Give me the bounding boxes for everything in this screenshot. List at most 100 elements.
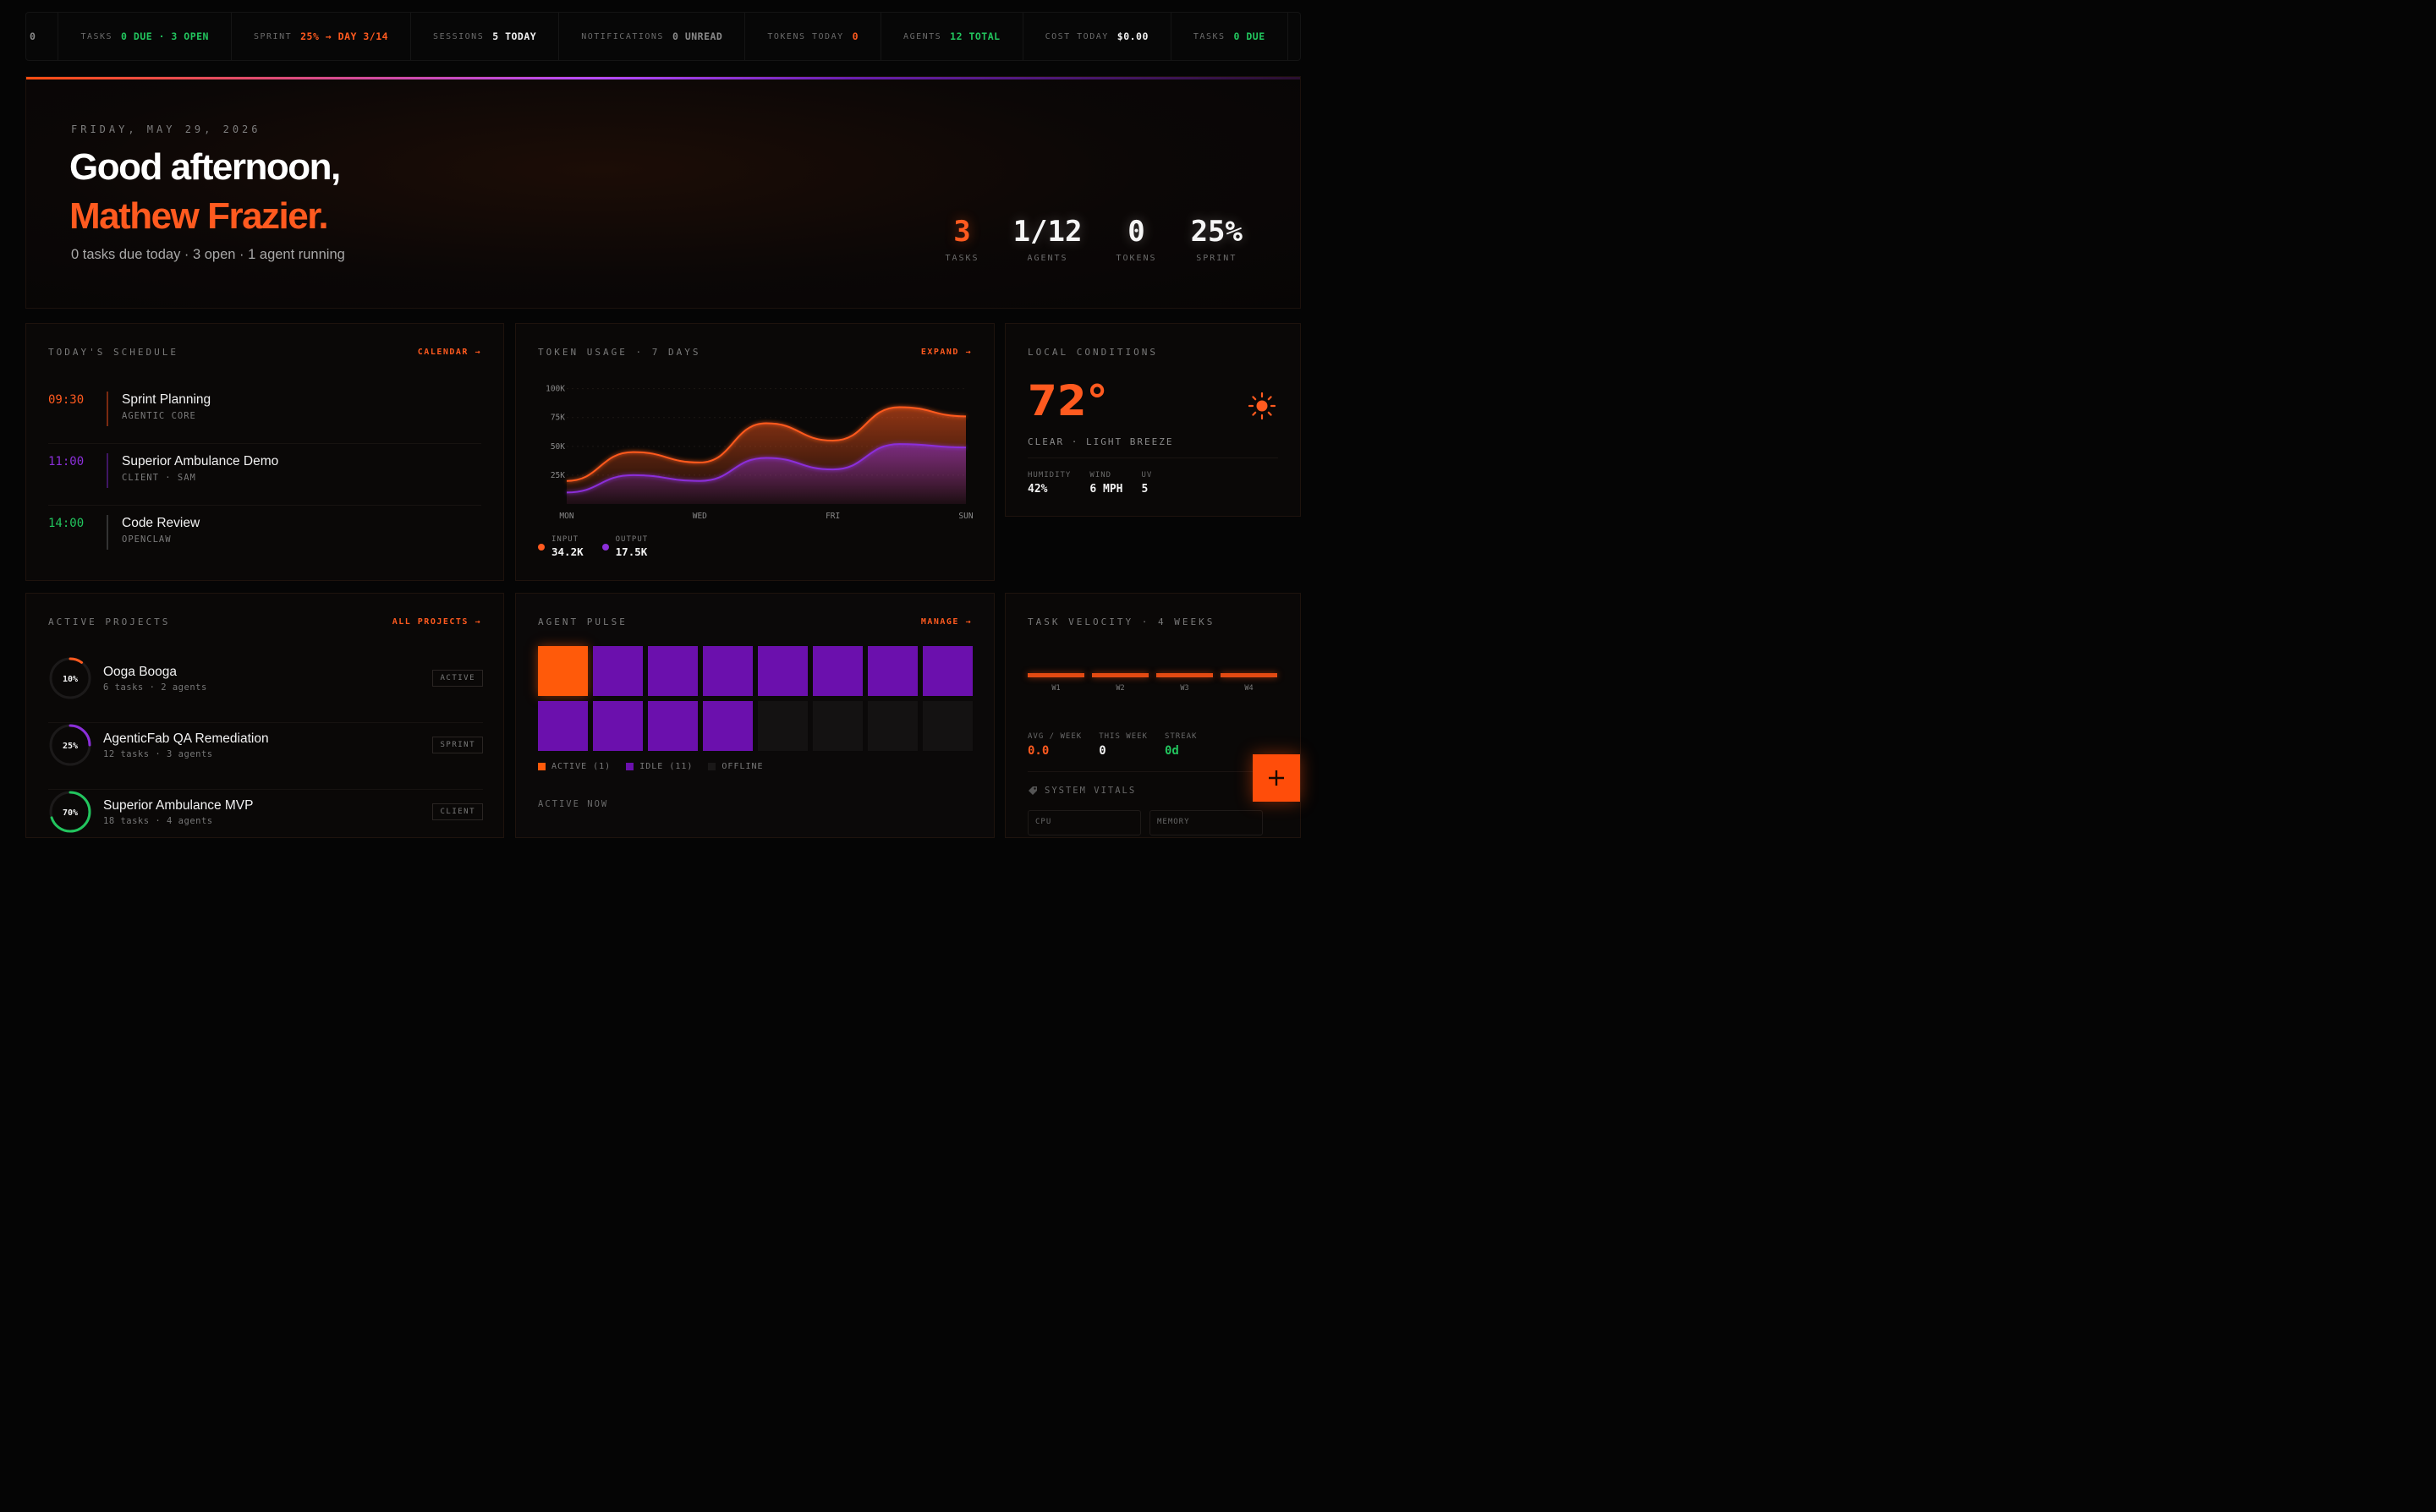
ticker-value: 25% → DAY 3/14 — [300, 30, 389, 42]
stat-label: TASKS — [945, 254, 979, 263]
schedule-item[interactable]: 11:00 Superior Ambulance Demo CLIENT · S… — [48, 452, 481, 506]
agent-cell-idle[interactable] — [703, 646, 753, 696]
ticker-tokens[interactable]: TOKENS TODAY 0 — [745, 13, 882, 60]
ticker-sessions[interactable]: SESSIONS 5 TODAY — [411, 13, 560, 60]
x-tick-label: WED — [693, 512, 707, 521]
agent-cell-off[interactable] — [813, 701, 863, 751]
ticker-sprint[interactable]: SPRINT 25% → DAY 3/14 — [232, 13, 412, 60]
schedule-item[interactable]: 09:30 Sprint Planning AGENTIC CORE — [48, 390, 481, 444]
ticker-value: 0 — [852, 30, 859, 42]
y-tick-label: 50K — [551, 442, 565, 452]
week-label: W1 — [1051, 684, 1061, 693]
schedule-time: 14:00 — [48, 517, 85, 530]
calendar-link[interactable]: CALENDAR → — [418, 348, 481, 357]
legend-dot — [538, 544, 545, 551]
weather-stat-value: 6 MPH — [1089, 483, 1123, 496]
velocity-bar — [1221, 673, 1277, 677]
all-projects-link[interactable]: ALL PROJECTS → — [392, 617, 481, 627]
ticker-value: 5 TODAY — [492, 30, 537, 42]
card-title: TODAY'S SCHEDULE — [48, 347, 178, 358]
schedule-subtitle: OPENCLAW — [122, 534, 172, 545]
projects-card: ACTIVE PROJECTS ALL PROJECTS → 10% Ooga … — [25, 593, 504, 838]
legend-output: OUTPUT 17.5K — [601, 535, 649, 558]
stat-label: TOKENS — [1116, 254, 1157, 263]
project-row[interactable]: 25% AgenticFab QA Remediation 12 tasks ·… — [48, 723, 483, 790]
expand-link[interactable]: EXPAND → — [921, 348, 972, 357]
schedule-title: Sprint Planning — [122, 392, 211, 407]
stat-value: 3 — [953, 215, 971, 249]
agent-cell-idle[interactable] — [593, 646, 643, 696]
agent-cell-off[interactable] — [758, 701, 808, 751]
agent-cell-idle[interactable] — [758, 646, 808, 696]
weather-wind: WIND 6 MPH — [1089, 471, 1122, 496]
agent-cell-idle[interactable] — [868, 646, 918, 696]
agent-cell-idle[interactable] — [648, 701, 698, 751]
stat-tokens[interactable]: 0 TOKENS — [1099, 215, 1173, 263]
ticker-notifications[interactable]: NOTIFICATIONS 0 UNREAD — [559, 13, 746, 60]
agent-cell-idle[interactable] — [593, 701, 643, 751]
schedule-item[interactable]: 14:00 Code Review OPENCLAW — [48, 513, 481, 567]
legend-name: OUTPUT — [615, 535, 649, 544]
status-badge: ACTIVE — [432, 670, 483, 687]
progress-percent: 10% — [63, 675, 78, 684]
card-title: AGENT PULSE — [538, 616, 628, 627]
weather-stat-value: 5 — [1141, 483, 1149, 496]
project-row[interactable]: 70% Superior Ambulance MVP 18 tasks · 4 … — [48, 790, 483, 837]
ticker-label: TOKENS TODAY — [767, 31, 844, 41]
agent-cell-off[interactable] — [923, 701, 973, 751]
plus-icon — [1269, 770, 1284, 786]
schedule-title: Code Review — [122, 516, 200, 530]
schedule-card: TODAY'S SCHEDULE CALENDAR → 09:30 Sprint… — [25, 323, 504, 581]
progress-ring: 70% — [49, 791, 91, 833]
stat-label: SPRINT — [1196, 254, 1237, 263]
agent-cell-idle[interactable] — [648, 646, 698, 696]
ticker-label: NOTIFICATIONS — [581, 31, 664, 41]
chart-areas — [567, 407, 966, 504]
stat-sprint[interactable]: 25% SPRINT — [1174, 215, 1259, 263]
velocity-bars: W1 W2 W3 W4 — [1028, 673, 1277, 693]
sun-icon — [1248, 392, 1276, 420]
week-label: W4 — [1244, 684, 1254, 693]
velocity-stat-value: 0.0 — [1028, 744, 1050, 758]
weather-stat-label: WIND — [1089, 471, 1112, 479]
stat-value: 0 — [1127, 215, 1145, 249]
agent-cell-active[interactable] — [538, 646, 588, 696]
schedule-marker — [107, 392, 108, 426]
velocity-bar — [1156, 673, 1213, 677]
project-meta: 18 tasks · 4 agents — [103, 816, 213, 826]
velocity-bar — [1028, 673, 1084, 677]
tag-icon — [1029, 786, 1037, 795]
ticker-tasks-repeat[interactable]: TASKS 0 DUE — [1171, 13, 1288, 60]
stat-label: AGENTS — [1027, 254, 1068, 263]
legend-active: ACTIVE (1) — [538, 762, 611, 771]
ticker-tasks[interactable]: TASKS 0 DUE · 3 OPEN — [58, 13, 232, 60]
legend-swatch — [708, 763, 716, 770]
stat-value: 25% — [1190, 215, 1243, 249]
schedule-marker — [107, 453, 108, 488]
agent-pulse-card: AGENT PULSE MANAGE → ACTIVE (1) IDLE (11… — [515, 593, 995, 838]
velocity-streak: STREAK 0d — [1165, 732, 1198, 758]
project-row[interactable]: 10% Ooga Booga 6 tasks · 2 agents ACTIVE — [48, 656, 483, 723]
stat-tasks[interactable]: 3 TASKS — [928, 215, 996, 263]
ticker-cost[interactable]: COST TODAY $0.00 — [1023, 13, 1171, 60]
agent-cell-idle[interactable] — [813, 646, 863, 696]
ticker-label: AGENTS — [903, 31, 942, 41]
agent-cell-idle[interactable] — [703, 701, 753, 751]
agent-cell-idle[interactable] — [923, 646, 973, 696]
ticker-value: 0 DUE · 3 OPEN — [121, 30, 209, 42]
hero-date: FRIDAY, MAY 29, 2026 — [71, 123, 261, 135]
velocity-stat-value: 0 — [1099, 744, 1106, 758]
weather-stat-value: 42% — [1028, 483, 1048, 496]
weather-card: LOCAL CONDITIONS 72° CLEAR · LIGHT BREEZ… — [1005, 323, 1301, 517]
stat-agents[interactable]: 1/12 AGENTS — [996, 215, 1100, 263]
vital-memory: MEMORY — [1149, 810, 1263, 835]
manage-link[interactable]: MANAGE → — [921, 617, 972, 627]
agent-cell-idle[interactable] — [538, 701, 588, 751]
hero-greeting: Good afternoon, — [69, 146, 341, 188]
agent-cell-off[interactable] — [868, 701, 918, 751]
ticker-agents[interactable]: AGENTS 12 TOTAL — [881, 13, 1023, 60]
weather-humidity: HUMIDITY 42% — [1028, 471, 1071, 496]
add-button[interactable] — [1253, 754, 1300, 802]
ticker-label: SESSIONS — [433, 31, 485, 41]
schedule-subtitle: AGENTIC CORE — [122, 411, 196, 421]
